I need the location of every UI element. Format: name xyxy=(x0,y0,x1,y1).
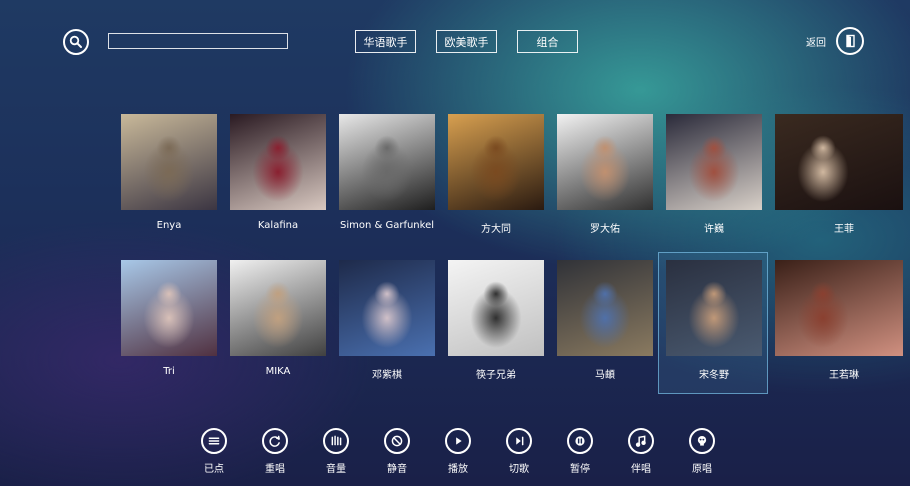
artist-card[interactable]: 马頔 xyxy=(557,260,653,381)
artist-name: 方大同 xyxy=(481,224,511,235)
list-button[interactable]: 已点 xyxy=(189,428,239,476)
control-label: 音量 xyxy=(326,464,346,475)
artist-photo xyxy=(666,114,762,210)
volume-button[interactable]: 音量 xyxy=(311,428,361,476)
artist-name: MIKA xyxy=(265,366,291,377)
artist-name: 邓紫棋 xyxy=(372,370,402,381)
control-label: 暂停 xyxy=(570,464,590,475)
list-icon xyxy=(201,428,227,454)
music-note-icon xyxy=(628,428,654,454)
artist-photo xyxy=(448,260,544,356)
artist-card[interactable]: Kalafina xyxy=(230,114,326,231)
control-label: 静音 xyxy=(387,464,407,475)
artist-name: 罗大佑 xyxy=(590,224,620,235)
artist-photo xyxy=(230,260,326,356)
original-vocal-button[interactable]: 原唱 xyxy=(677,428,727,476)
pause-button[interactable]: 暂停 xyxy=(555,428,605,476)
artist-card[interactable]: 许巍 xyxy=(666,114,762,235)
mute-button[interactable]: 静音 xyxy=(372,428,422,476)
music-note-button[interactable]: 伴唱 xyxy=(616,428,666,476)
artist-photo xyxy=(557,260,653,356)
skip-icon xyxy=(506,428,532,454)
replay-icon xyxy=(262,428,288,454)
artist-name: 许巍 xyxy=(704,224,724,235)
replay-button[interactable]: 重唱 xyxy=(250,428,300,476)
artist-card[interactable]: Enya xyxy=(121,114,217,231)
artist-card[interactable]: 方大同 xyxy=(448,114,544,235)
artist-name: 宋冬野 xyxy=(699,370,729,381)
artist-photo xyxy=(339,260,435,356)
artist-card[interactable]: 筷子兄弟 xyxy=(448,260,544,381)
control-label: 切歌 xyxy=(509,464,529,475)
artist-photo xyxy=(448,114,544,210)
control-label: 伴唱 xyxy=(631,464,651,475)
artist-photo xyxy=(775,114,903,210)
artist-photo xyxy=(121,260,217,356)
control-label: 原唱 xyxy=(692,464,712,475)
artist-card[interactable]: MIKA xyxy=(230,260,326,377)
artist-photo xyxy=(666,260,762,356)
artist-photo xyxy=(339,114,435,210)
skip-button[interactable]: 切歌 xyxy=(494,428,544,476)
mute-icon xyxy=(384,428,410,454)
pause-icon xyxy=(567,428,593,454)
artist-card[interactable]: 罗大佑 xyxy=(557,114,653,235)
artist-name: 王若琳 xyxy=(829,370,859,381)
artist-card[interactable]: 王若琳 xyxy=(775,260,903,381)
play-button[interactable]: 播放 xyxy=(433,428,483,476)
original-vocal-icon xyxy=(689,428,715,454)
control-label: 重唱 xyxy=(265,464,285,475)
artist-card[interactable]: 邓紫棋 xyxy=(339,260,435,381)
volume-icon xyxy=(323,428,349,454)
artist-grid: Enya Kalafina Simon & Garfunkel 方大同 罗大佑 许巍 王菲 T… xyxy=(0,0,910,486)
artist-photo xyxy=(775,260,903,356)
artist-card[interactable]: 宋冬野 xyxy=(658,252,768,394)
artist-name: Kalafina xyxy=(257,220,299,231)
control-label: 播放 xyxy=(448,464,468,475)
artist-photo xyxy=(121,114,217,210)
artist-name: Tri xyxy=(163,366,175,377)
artist-name: 筷子兄弟 xyxy=(476,370,516,381)
control-label: 已点 xyxy=(204,464,224,475)
artist-name: Enya xyxy=(156,220,182,231)
artist-name: 王菲 xyxy=(834,224,854,235)
artist-card[interactable]: 王菲 xyxy=(775,114,903,235)
artist-photo xyxy=(230,114,326,210)
artist-name: 马頔 xyxy=(595,370,615,381)
artist-name: Simon & Garfunkel xyxy=(339,220,435,231)
artist-card[interactable]: Simon & Garfunkel xyxy=(339,114,435,231)
artist-photo xyxy=(557,114,653,210)
play-icon xyxy=(445,428,471,454)
artist-card[interactable]: Tri xyxy=(121,260,217,377)
